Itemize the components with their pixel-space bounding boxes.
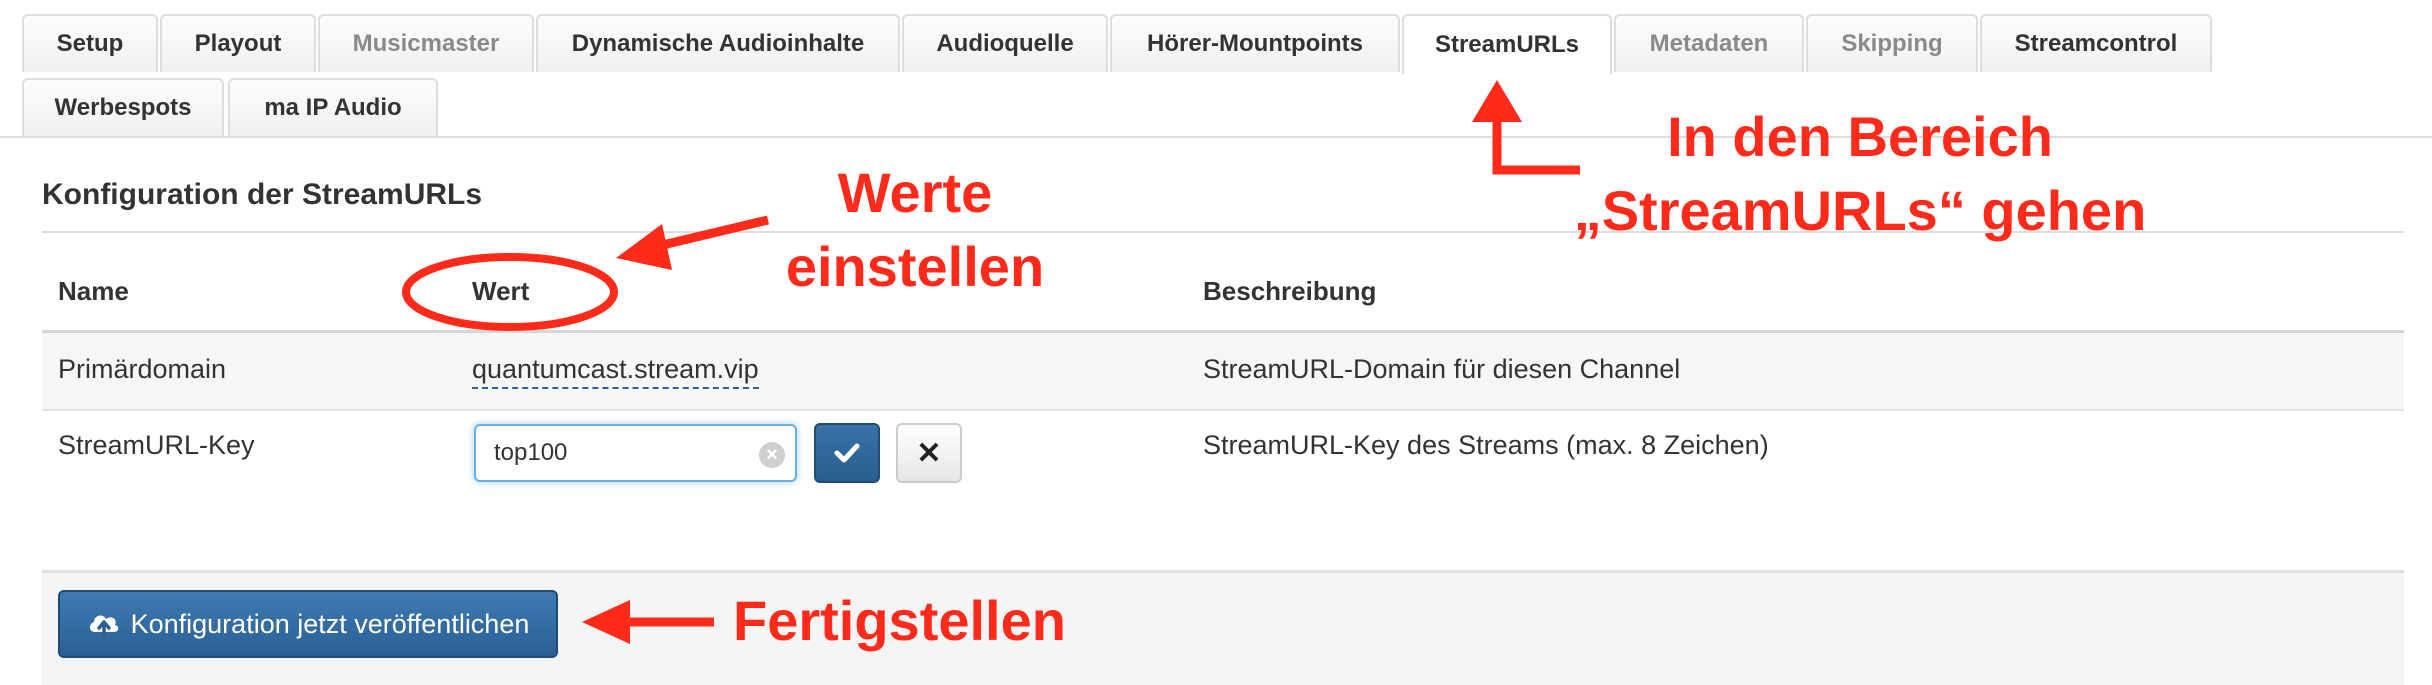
primaerdomain-value-link[interactable]: quantumcast.stream.vip (472, 354, 759, 389)
annotation-value-hint: Werte einstellen (750, 156, 1080, 304)
tab-werbespots[interactable]: Werbespots (22, 78, 224, 136)
annotation-tab-hint-line2: „StreamURLs“ gehen (1573, 179, 2147, 242)
row-description-streamurl-key: StreamURL-Key des Streams (max. 8 Zeiche… (1203, 430, 1769, 460)
tab-hoerer-mountpoints[interactable]: Hörer-Mountpoints (1110, 14, 1400, 72)
tab-audioquelle[interactable]: Audioquelle (902, 14, 1108, 72)
annotation-value-hint-line1: Werte (837, 161, 993, 224)
column-header-description: Beschreibung (1203, 276, 1377, 306)
tab-streamurls[interactable]: StreamURLs (1402, 14, 1612, 74)
close-icon: ✕ (916, 436, 942, 470)
publish-button-label: Konfiguration jetzt veröffentlichen (130, 608, 530, 639)
annotation-value-hint-line2: einstellen (785, 235, 1045, 298)
cloud-upload-icon (89, 615, 118, 638)
clear-circle-icon[interactable]: × (759, 442, 785, 468)
tab-playout[interactable]: Playout (160, 14, 316, 72)
annotation-finish-hint: Fertigstellen (733, 589, 1066, 652)
cancel-button[interactable]: ✕ (896, 423, 962, 483)
check-icon (834, 443, 860, 463)
annotation-tab-hint: In den Bereich „StreamURLs“ gehen (1555, 100, 2165, 248)
row-description-primaerdomain: StreamURL-Domain für diesen Channel (1203, 354, 1681, 384)
streamurl-key-input-value: top100 (494, 439, 568, 466)
tab-dynamische-audioinhalte[interactable]: Dynamische Audioinhalte (536, 14, 900, 72)
confirm-button[interactable] (814, 423, 880, 483)
annotation-tab-hint-line1: In den Bereich (1667, 105, 2053, 168)
row-name-primaerdomain: Primärdomain (58, 354, 227, 384)
tab-ma-ip-audio[interactable]: ma IP Audio (228, 78, 438, 136)
tab-streamcontrol[interactable]: Streamcontrol (1980, 14, 2212, 72)
streamurl-key-input[interactable]: top100 × (474, 424, 797, 482)
column-header-value: Wert (472, 276, 530, 306)
section-title: Konfiguration der StreamURLs (42, 178, 483, 211)
tab-musicmaster[interactable]: Musicmaster (318, 14, 534, 72)
column-header-name: Name (58, 276, 129, 306)
tab-setup[interactable]: Setup (22, 14, 158, 72)
publish-button[interactable]: Konfiguration jetzt veröffentlichen (58, 590, 558, 658)
row-name-streamurl-key: StreamURL-Key (58, 430, 255, 460)
tab-skipping[interactable]: Skipping (1806, 14, 1978, 72)
tab-metadaten[interactable]: Metadaten (1614, 14, 1804, 72)
